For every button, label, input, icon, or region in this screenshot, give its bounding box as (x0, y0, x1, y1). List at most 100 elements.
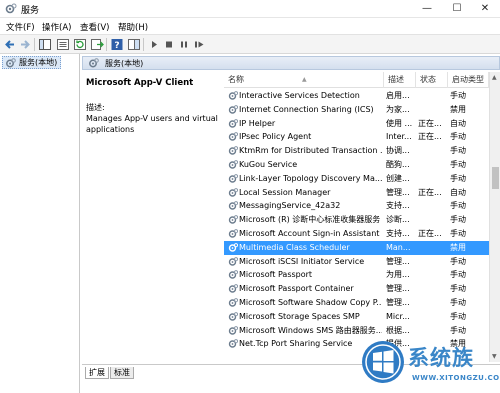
service-status-cell: 正在... (418, 118, 442, 128)
export-list-icon[interactable] (90, 38, 104, 51)
play-service-icon[interactable] (147, 38, 161, 51)
service-startup-cell: 手动 (450, 256, 466, 266)
service-desc-cell: 协调... (386, 146, 410, 156)
service-status-cell (418, 158, 446, 172)
service-status-cell (418, 255, 446, 269)
service-name-cell: Local Session Manager (239, 187, 331, 197)
properties-pane-icon[interactable] (127, 38, 141, 51)
pause-service-icon[interactable] (177, 38, 191, 51)
table-row[interactable]: Microsoft Software Shadow Copy P... 管理...… (224, 296, 489, 310)
service-gear-icon (228, 284, 238, 293)
service-status-cell (418, 172, 446, 186)
service-status-cell (418, 199, 446, 213)
service-name-cell: KtmRm for Distributed Transaction ... (239, 146, 382, 156)
toolbar-separator (106, 38, 107, 51)
table-row[interactable]: Link-Layer Topology Discovery Ma... 创建...… (224, 172, 489, 186)
minimize-button[interactable]: — (412, 0, 442, 18)
service-desc-cell: Man... (386, 242, 411, 252)
service-startup-cell: 手动 (450, 132, 466, 142)
service-desc-cell: 支持... (386, 201, 410, 211)
service-name-cell: Microsoft Storage Spaces SMP (239, 311, 360, 321)
table-row[interactable]: Microsoft Passport Container 管理... 手动 (224, 282, 489, 296)
toolbar-separator (34, 38, 35, 51)
back-arrow-icon[interactable] (3, 38, 17, 51)
service-name-cell: Microsoft Account Sign-in Assistant (239, 228, 380, 238)
service-gear-icon (228, 256, 238, 266)
table-header: 名称 ▲ 描述 状态 启动类型 (224, 72, 489, 88)
table-row[interactable]: Internet Connection Sharing (ICS) 为家... 禁用 (224, 103, 489, 117)
close-button[interactable]: ✕ (470, 0, 500, 18)
refresh-icon[interactable] (73, 38, 87, 51)
service-desc-cell: 为用... (386, 270, 410, 280)
service-detail-panel: Microsoft App-V Client 描述: Manages App-V… (84, 72, 222, 362)
service-status-cell: 正在... (418, 187, 442, 197)
column-header-name[interactable]: 名称 ▲ (224, 72, 384, 88)
show-hide-tree-icon[interactable] (38, 38, 52, 51)
column-header-status[interactable]: 状态 (416, 72, 448, 88)
service-name-cell: MessagingService_42a32 (239, 201, 341, 211)
table-row[interactable]: Microsoft Passport 为用... 手动 (224, 268, 489, 282)
service-gear-icon (228, 146, 238, 155)
stop-service-icon[interactable] (162, 38, 176, 51)
help-icon[interactable]: ? (110, 38, 124, 51)
table-row[interactable]: KtmRm for Distributed Transaction ... 协调.… (224, 144, 489, 158)
service-desc-cell: Micr... (386, 311, 410, 321)
service-desc-cell: 为家... (386, 104, 410, 114)
service-desc-cell: 启用... (386, 91, 410, 100)
table-row[interactable]: IPsec Policy Agent Inter... 正在... 手动 (224, 130, 489, 144)
column-header-desc[interactable]: 描述 (384, 72, 416, 88)
service-status-cell (418, 103, 446, 117)
service-gear-icon (228, 242, 238, 252)
menu-view[interactable]: 查看(V) (80, 21, 109, 33)
restart-service-icon[interactable] (192, 38, 206, 51)
table-row[interactable]: Microsoft Storage Spaces SMP Micr... 手动 (224, 310, 489, 324)
title-bar: 服务 — ☐ ✕ (0, 0, 500, 18)
service-status-cell (418, 296, 446, 310)
service-desc-cell: 管理... (386, 284, 410, 294)
service-startup-cell: 禁用 (450, 104, 466, 114)
brand-url: WWW.XITONGZU.COM (412, 374, 500, 382)
service-gear-icon (228, 91, 238, 100)
table-row[interactable]: Local Session Manager 管理... 正在... 自动 (224, 186, 489, 200)
scrollbar-thumb[interactable] (492, 167, 499, 189)
service-startup-cell: 手动 (450, 91, 466, 100)
service-gear-icon (228, 298, 238, 307)
service-gear-icon (228, 104, 238, 114)
maximize-button[interactable]: ☐ (442, 0, 472, 18)
table-row[interactable]: Microsoft (R) 诊断中心标准收集器服务 诊断... 手动 (224, 213, 489, 227)
service-desc-cell: 酷狗... (386, 159, 410, 169)
table-row[interactable]: MessagingService_42a32 支持... 手动 (224, 199, 489, 213)
table-row[interactable]: Microsoft iSCSI Initiator Service 管理... 手动 (224, 255, 489, 269)
service-status-cell (418, 241, 446, 255)
service-desc-cell: 诊断... (386, 215, 410, 225)
column-header-startup-type[interactable]: 启动类型 (448, 72, 489, 88)
service-name-cell: Microsoft iSCSI Initiator Service (239, 256, 365, 266)
svg-text:?: ? (114, 41, 119, 51)
forward-arrow-icon[interactable] (18, 38, 32, 51)
vertical-scrollbar[interactable]: ▲ ▼ (489, 72, 500, 362)
menu-file[interactable]: 文件(F) (6, 21, 35, 33)
service-name-cell: Microsoft Passport Container (239, 284, 354, 294)
table-row[interactable]: Interactive Services Detection 启用... 手动 (224, 89, 489, 103)
menu-help[interactable]: 帮助(H) (118, 21, 148, 33)
tab-extended[interactable]: 扩展 (85, 367, 109, 379)
service-name-cell: Multimedia Class Scheduler (239, 242, 350, 252)
service-name-cell: Internet Connection Sharing (ICS) (239, 104, 374, 114)
service-status-cell: 正在... (418, 132, 442, 142)
service-startup-cell: 手动 (450, 146, 466, 156)
brand-name: 系统族 (408, 346, 474, 370)
service-status-cell (418, 268, 446, 282)
table-row[interactable]: KuGou Service 酷狗... 手动 (224, 158, 489, 172)
service-status-cell (418, 282, 446, 296)
table-row[interactable]: Multimedia Class Scheduler Man... 禁用 (224, 240, 489, 255)
table-row[interactable]: IP Helper 使用 ... 正在... 自动 (224, 117, 489, 131)
scroll-up-icon[interactable]: ▲ (492, 74, 497, 81)
menu-action[interactable]: 操作(A) (42, 21, 71, 33)
tab-standard[interactable]: 标准 (110, 367, 134, 379)
service-gear-icon (228, 215, 238, 224)
tree-item-services-local[interactable]: 服务(本地) (2, 56, 62, 69)
pane-header-title: 服务(本地) (105, 59, 144, 68)
table-row[interactable]: Microsoft Account Sign-in Assistant 支持...… (224, 227, 489, 241)
service-desc-cell: Inter... (386, 132, 412, 142)
properties-list-icon[interactable] (56, 38, 70, 51)
